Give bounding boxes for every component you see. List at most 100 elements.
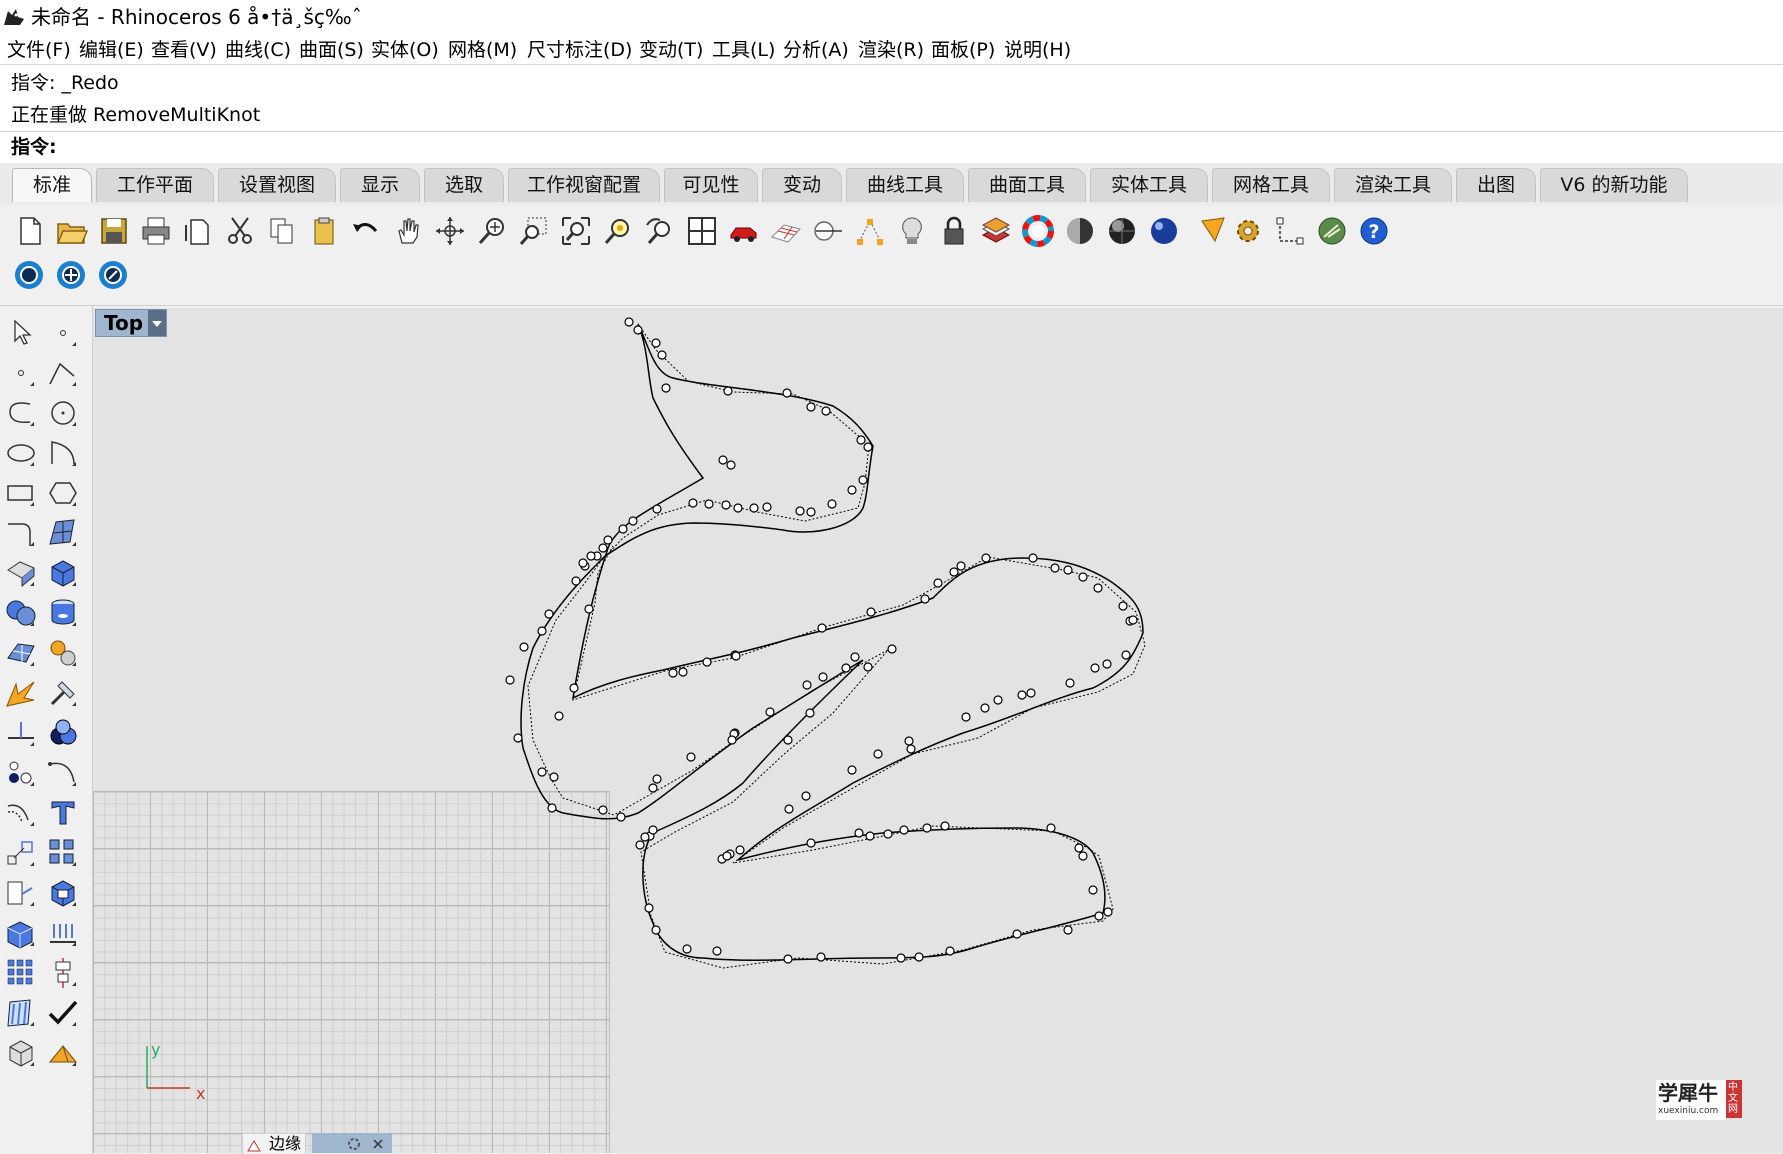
object-snap-icon[interactable] — [854, 215, 886, 247]
menu-panels[interactable]: 面板(P) — [931, 38, 995, 62]
text-icon[interactable] — [46, 796, 80, 830]
polyline-icon[interactable] — [46, 356, 80, 390]
tab-standard[interactable]: 标准 — [12, 168, 92, 202]
scale-icon[interactable] — [4, 836, 38, 870]
camera-car-icon[interactable] — [728, 215, 760, 247]
keyshot-render-icon[interactable] — [13, 259, 45, 291]
grid-array-icon[interactable] — [4, 956, 38, 990]
tab-select[interactable]: 选取 — [424, 168, 504, 202]
keyshot-settings-icon[interactable] — [97, 259, 129, 291]
top-viewport[interactable]: Top y x — [93, 308, 1783, 1153]
point-cloud-icon[interactable] — [4, 756, 38, 790]
copy-icon[interactable] — [266, 215, 298, 247]
trim-icon[interactable] — [4, 716, 38, 750]
layers-icon[interactable] — [980, 215, 1012, 247]
arc-tangent-icon[interactable] — [46, 756, 80, 790]
boolean-split-icon[interactable] — [46, 716, 80, 750]
extrude-surface-icon[interactable] — [4, 556, 38, 590]
undo-icon[interactable] — [350, 215, 382, 247]
tab-drafting[interactable]: 出图 — [1456, 168, 1536, 202]
fillet-curve-icon[interactable] — [4, 516, 38, 550]
menu-mesh[interactable]: 网格(M) — [448, 38, 517, 62]
offset-curve-icon[interactable] — [4, 796, 38, 830]
surface-from-points-icon[interactable] — [46, 516, 80, 550]
zoom-icon[interactable] — [476, 215, 508, 247]
tab-solid-tools[interactable]: 实体工具 — [1090, 168, 1208, 202]
menu-curve[interactable]: 曲线(C) — [225, 38, 291, 62]
tab-curve-tools[interactable]: 曲线工具 — [846, 168, 964, 202]
menu-analyze[interactable]: 分析(A) — [783, 38, 849, 62]
box-edit-icon[interactable] — [4, 1036, 38, 1070]
paste-icon[interactable] — [308, 215, 340, 247]
ellipse-icon[interactable] — [4, 436, 38, 470]
circle-icon[interactable] — [46, 396, 80, 430]
tab-render-tools[interactable]: 渲染工具 — [1334, 168, 1452, 202]
keyshot-update-icon[interactable] — [55, 259, 87, 291]
boolean-union-icon[interactable] — [4, 596, 38, 630]
tab-mesh-tools[interactable]: 网格工具 — [1212, 168, 1330, 202]
menu-view[interactable]: 查看(V) — [151, 38, 217, 62]
tab-viewport-layout[interactable]: 工作视窗配置 — [508, 168, 660, 202]
shaded-sphere-icon[interactable] — [1064, 215, 1096, 247]
align-center-icon[interactable] — [46, 956, 80, 990]
surface-analysis-icon[interactable] — [4, 996, 38, 1030]
menu-transform[interactable]: 变动(T) — [639, 38, 703, 62]
edge-tab[interactable]: 边缘 — [242, 1133, 306, 1154]
undo-view-icon[interactable] — [644, 215, 676, 247]
arc-icon[interactable] — [46, 436, 80, 470]
new-file-icon[interactable] — [14, 215, 46, 247]
bottom-panel-tab[interactable]: 边缘 — [232, 1133, 412, 1154]
menu-dimension[interactable]: 尺寸标注(D) — [527, 38, 632, 62]
import-icon[interactable] — [182, 215, 214, 247]
rectangle-icon[interactable] — [4, 476, 38, 510]
menu-tools[interactable]: 工具(L) — [712, 38, 775, 62]
color-wheel-icon[interactable] — [1022, 215, 1054, 247]
dimension-icon[interactable] — [46, 676, 80, 710]
polyline-point-icon[interactable] — [4, 356, 38, 390]
tab-set-view[interactable]: 设置视图 — [218, 168, 336, 202]
nurbs-curve[interactable] — [93, 308, 1783, 1153]
menu-edit[interactable]: 编辑(E) — [79, 38, 144, 62]
rotate-view-icon[interactable] — [434, 215, 466, 247]
four-viewports-icon[interactable] — [686, 215, 718, 247]
distance-icon[interactable] — [812, 215, 844, 247]
open-folder-icon[interactable] — [56, 215, 88, 247]
cut-icon[interactable] — [224, 215, 256, 247]
cplane-grid-icon[interactable] — [770, 215, 802, 247]
polygon-icon[interactable] — [46, 476, 80, 510]
grasshopper-icon[interactable] — [1316, 215, 1348, 247]
light-spot-icon[interactable] — [4, 676, 38, 710]
lock-icon[interactable] — [938, 215, 970, 247]
solid-edit-icon[interactable] — [46, 876, 80, 910]
command-input[interactable]: 指令: — [0, 131, 1783, 162]
menu-surface[interactable]: 曲面(S) — [299, 38, 364, 62]
options-gear-icon[interactable] — [1232, 215, 1264, 247]
pan-hand-icon[interactable] — [392, 215, 424, 247]
curve-icon[interactable] — [4, 396, 38, 430]
print-icon[interactable] — [140, 215, 172, 247]
tab-new-in-v6[interactable]: V6 的新功能 — [1540, 168, 1688, 202]
menu-file[interactable]: 文件(F) — [7, 38, 71, 62]
zoom-selected-icon[interactable] — [602, 215, 634, 247]
tab-cplanes[interactable]: 工作平面 — [96, 168, 214, 202]
box-icon[interactable] — [46, 556, 80, 590]
block-icon[interactable] — [4, 916, 38, 950]
close-icon[interactable] — [372, 1138, 384, 1150]
check-icon[interactable] — [46, 996, 80, 1030]
menu-help[interactable]: 说明(H) — [1004, 38, 1071, 62]
save-icon[interactable] — [98, 215, 130, 247]
settings-gear-icon[interactable] — [346, 1136, 362, 1152]
puzzle-gear-icon[interactable] — [46, 636, 80, 670]
mesh-icon[interactable] — [4, 636, 38, 670]
light-bulb-icon[interactable] — [896, 215, 928, 247]
rendered-pyramid-icon[interactable] — [46, 1036, 80, 1070]
zoom-extents-icon[interactable] — [560, 215, 592, 247]
point-icon[interactable] — [46, 316, 80, 350]
project-curve-icon[interactable] — [4, 876, 38, 910]
render-sphere-icon[interactable] — [1106, 215, 1138, 247]
tab-visibility[interactable]: 可见性 — [664, 168, 758, 202]
tab-transform[interactable]: 变动 — [762, 168, 842, 202]
help-icon[interactable]: ? — [1358, 215, 1390, 247]
zoom-window-icon[interactable] — [518, 215, 550, 247]
gumball-icon[interactable] — [1274, 215, 1306, 247]
